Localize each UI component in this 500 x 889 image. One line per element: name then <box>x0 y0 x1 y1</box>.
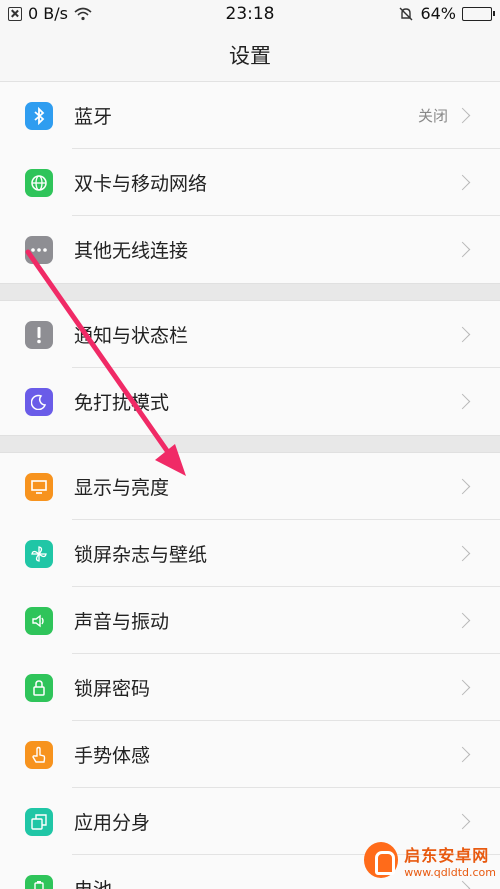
hand-icon <box>25 740 53 769</box>
settings-item-lockscreen-wallpaper[interactable]: 锁屏杂志与壁纸 <box>0 520 500 587</box>
chevron-right-icon <box>454 545 471 562</box>
settings-item-other-wireless[interactable]: 其他无线连接 <box>0 216 500 283</box>
settings-item-gestures[interactable]: 手势体感 <box>0 721 500 788</box>
speaker-icon <box>25 606 53 635</box>
settings-group: 通知与状态栏 免打扰模式 <box>0 301 500 435</box>
globe-icon <box>25 168 53 197</box>
settings-item-label: 声音与振动 <box>74 611 170 633</box>
settings-item-lockscreen-password[interactable]: 锁屏密码 <box>0 654 500 721</box>
settings-item-label: 锁屏密码 <box>74 678 151 700</box>
chevron-right-icon <box>454 478 471 495</box>
settings-item-label: 手势体感 <box>74 745 151 767</box>
group-separator <box>0 435 500 453</box>
settings-item-notifications[interactable]: 通知与状态栏 <box>0 301 500 368</box>
clone-icon <box>25 807 53 836</box>
settings-item-do-not-disturb[interactable]: 免打扰模式 <box>0 368 500 435</box>
settings-item-label: 通知与状态栏 <box>74 325 189 347</box>
settings-item-display[interactable]: 显示与亮度 <box>0 453 500 520</box>
status-bar: 0 B/s 23:18 64% <box>0 0 500 28</box>
chevron-right-icon <box>454 107 471 124</box>
settings-item-label: 锁屏杂志与壁纸 <box>74 544 208 566</box>
battery-icon <box>25 874 53 889</box>
battery-icon <box>462 6 495 21</box>
bluetooth-icon <box>25 101 53 130</box>
settings-item-label: 其他无线连接 <box>74 240 189 262</box>
more-dots-icon <box>25 235 53 264</box>
exclamation-icon <box>25 320 53 349</box>
watermark-logo-icon <box>364 842 399 878</box>
mute-bell-icon <box>399 7 413 20</box>
settings-item-bluetooth[interactable]: 蓝牙 关闭 <box>0 82 500 149</box>
settings-item-dual-sim[interactable]: 双卡与移动网络 <box>0 149 500 216</box>
watermark-name: 启东安卓网 <box>404 845 490 865</box>
settings-group: 蓝牙 关闭双卡与移动网络 其他无线连接 <box>0 82 500 283</box>
moon-icon <box>25 387 53 416</box>
chevron-right-icon <box>454 746 471 763</box>
group-separator <box>0 283 500 301</box>
settings-item-label: 蓝牙 <box>74 106 113 128</box>
chevron-right-icon <box>454 174 471 191</box>
chevron-right-icon <box>454 679 471 696</box>
settings-item-sound[interactable]: 声音与振动 <box>0 587 500 654</box>
settings-item-value: 关闭 <box>417 107 448 125</box>
pinwheel-icon <box>25 539 53 568</box>
chevron-right-icon <box>454 813 471 830</box>
chevron-right-icon <box>454 612 471 629</box>
settings-item-label: 免打扰模式 <box>74 392 170 414</box>
settings-list: 蓝牙 关闭 双卡与移动网络 其他无线连接 通知与状态栏 免打扰模式 显示与亮度 锁屏杂志与壁纸… <box>0 82 500 889</box>
status-right: 64% <box>398 4 495 23</box>
settings-group: 显示与亮度锁屏杂志与壁纸声音与振动锁屏密码手势体感应用分身电池 <box>0 453 500 889</box>
watermark-url: www.qdldtd.com <box>404 865 496 879</box>
chevron-right-icon <box>454 326 471 343</box>
watermark: 启东安卓网 www.qdldtd.com <box>364 835 496 885</box>
settings-item-label: 应用分身 <box>74 812 151 834</box>
settings-item-label: 电池 <box>74 875 112 889</box>
monitor-icon <box>25 472 53 501</box>
page-title: 设置 <box>0 28 500 82</box>
settings-item-label: 双卡与移动网络 <box>74 173 208 195</box>
battery-percent: 64% <box>420 4 456 23</box>
chevron-right-icon <box>454 393 471 410</box>
chevron-right-icon <box>454 241 471 258</box>
settings-item-label: 显示与亮度 <box>74 477 170 499</box>
lock-icon <box>25 673 53 702</box>
